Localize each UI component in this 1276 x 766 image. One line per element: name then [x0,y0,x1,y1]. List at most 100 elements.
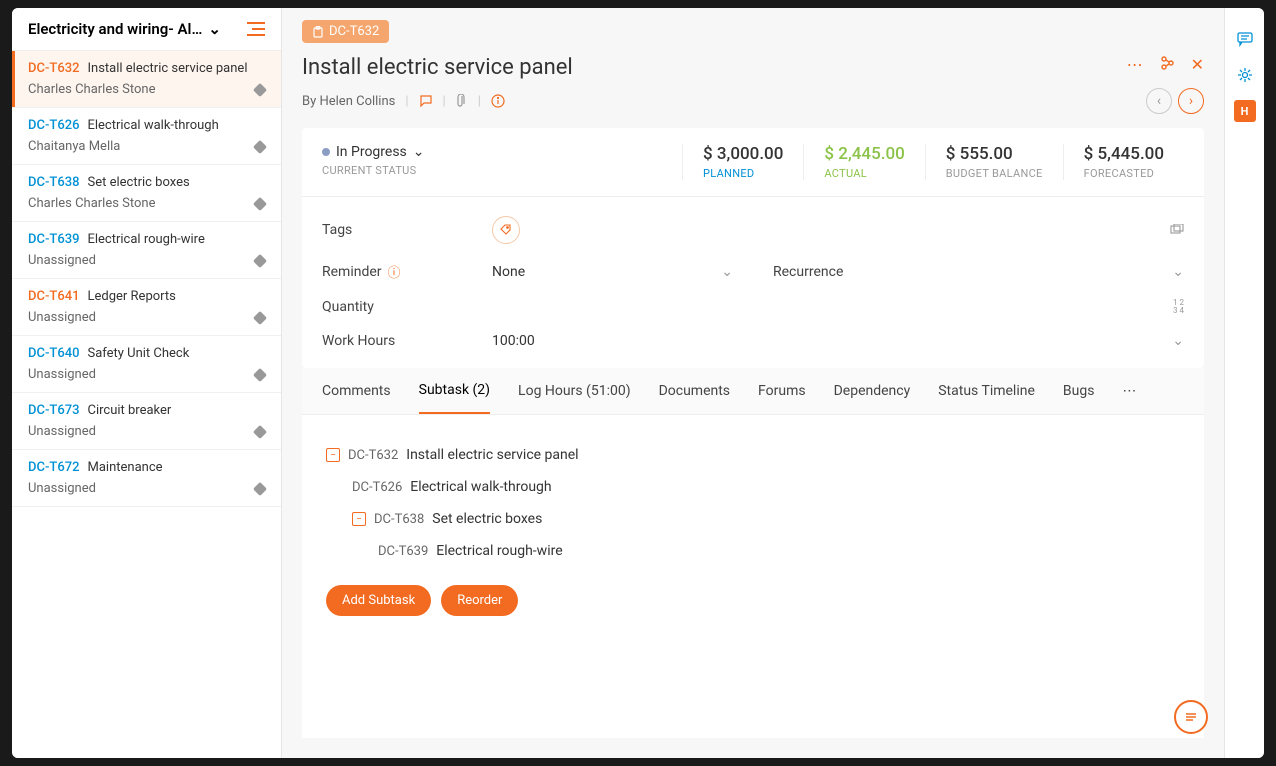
subtask-id: DC-T639 [378,544,428,559]
add-tag-button[interactable] [492,216,520,244]
comment-icon[interactable] [419,94,433,108]
link-icon[interactable] [1159,55,1175,74]
attachment-icon[interactable] [456,94,468,108]
task-id: DC-T641 [28,289,79,304]
priority-icon [253,253,267,267]
settings-icon[interactable] [1234,64,1256,86]
chevron-down-icon[interactable]: ⌄ [1172,333,1184,349]
chevron-down-icon: ⌄ [413,144,425,160]
priority-icon [253,139,267,153]
task-list: DC-T632Install electric service panelCha… [12,51,281,758]
task-name: Electrical rough-wire [87,232,204,247]
task-id: DC-T639 [28,232,79,247]
collapse-icon[interactable]: − [352,512,366,526]
subtask-name: Set electric boxes [432,511,542,527]
prev-button[interactable]: ‹ [1146,88,1172,114]
tag-panel-icon[interactable] [1170,224,1184,236]
task-assignee: Charles Charles Stone [28,82,156,97]
help-badge[interactable]: H [1234,100,1256,122]
subtask-id: DC-T638 [374,512,424,527]
reorder-button[interactable]: Reorder [441,585,518,616]
task-assignee: Chaitanya Mella [28,139,120,154]
subtask-row[interactable]: −DC-T638 Set electric boxes [352,503,1180,535]
collapse-sidebar-icon[interactable] [247,22,265,36]
workhours-label: Work Hours [322,333,492,349]
task-assignee: Unassigned [28,424,96,439]
next-button[interactable]: › [1178,88,1204,114]
more-tabs-icon[interactable]: ⋯ [1122,369,1136,413]
task-item[interactable]: DC-T626 Electrical walk-through Chaitanya … [12,108,281,165]
tab[interactable]: Documents [659,369,730,413]
quantity-label: Quantity [322,299,492,315]
task-name: Circuit breaker [87,403,171,418]
task-assignee: Unassigned [28,310,96,325]
metric: $ 2,445.00 ACTUAL [803,144,924,180]
subtask-name: Install electric service panel [406,447,578,463]
metric: $ 555.00 BUDGET BALANCE [925,144,1063,180]
metric-label: BUDGET BALANCE [946,167,1043,180]
task-assignee: Unassigned [28,253,96,268]
chevron-down-icon: ⌄ [208,20,221,38]
tab[interactable]: Status Timeline [938,369,1035,413]
subtask-row[interactable]: DC-T626Electrical walk-through [352,471,1180,503]
tab[interactable]: Comments [322,369,391,413]
metric-label: ACTUAL [824,167,904,180]
task-item[interactable]: DC-T638Set electric boxesCharles Charles… [12,165,281,222]
sidebar-title[interactable]: Electricity and wiring- Al… ⌄ [28,20,247,38]
reminder-value[interactable]: None [492,264,525,280]
tab[interactable]: Forums [758,369,806,413]
priority-icon [253,196,267,210]
metric-value: $ 2,445.00 [824,144,904,164]
subtask-id: DC-T632 [348,448,398,463]
priority-icon [253,481,267,495]
task-id: DC-T673 [28,403,79,418]
number-grid-icon[interactable]: 1 23 4 [1173,299,1184,315]
task-name: Electrical walk-through [87,118,218,133]
task-item[interactable]: DC-T640Safety Unit CheckUnassigned [12,336,281,393]
metric-value: $ 3,000.00 [703,144,783,164]
add-subtask-button[interactable]: Add Subtask [326,585,431,616]
info-icon[interactable]: ⓘ [388,262,401,281]
sidebar-title-text: Electricity and wiring- Al… [28,20,202,38]
status-dropdown[interactable]: In Progress ⌄ [322,144,682,160]
task-id: DC-T626 [28,118,79,133]
recurrence-label: Recurrence [773,264,943,280]
metric-label: PLANNED [703,167,783,180]
more-icon[interactable]: ⋯ [1127,55,1143,74]
task-name: Ledger Reports [87,289,175,304]
task-item[interactable]: DC-T641 Ledger Reports Unassigned [12,279,281,336]
chevron-down-icon[interactable]: ⌄ [1172,264,1184,280]
tab[interactable]: Dependency [834,369,911,413]
tab[interactable]: Log Hours (51:00) [518,369,631,413]
workhours-value[interactable]: 100:00 [492,333,535,349]
subtask-row[interactable]: −DC-T632 Install electric service panel [326,439,1180,471]
task-item[interactable]: DC-T673 Circuit breaker Unassigned [12,393,281,450]
status-label: CURRENT STATUS [322,164,682,177]
collapse-icon[interactable]: − [326,448,340,462]
close-icon[interactable]: ✕ [1191,55,1204,74]
tab[interactable]: Subtask (2) [419,368,490,414]
task-item[interactable]: DC-T632Install electric service panelCha… [12,51,281,108]
subtask-name: Electrical rough-wire [436,543,562,559]
info-icon[interactable] [491,94,505,108]
priority-icon [253,82,267,96]
subtask-row[interactable]: DC-T639 Electrical rough-wire [378,535,1180,567]
task-id: DC-T638 [28,175,79,190]
metric-value: $ 555.00 [946,144,1043,164]
reminder-label: Reminder [322,264,382,280]
metric: $ 5,445.00FORECASTED [1063,144,1184,180]
chevron-down-icon[interactable]: ⌄ [721,264,733,280]
task-item[interactable]: DC-T639 Electrical rough-wire Unassigned [12,222,281,279]
status-text: In Progress [336,144,407,160]
status-dot-icon [322,148,330,156]
author: By Helen Collins [302,94,395,109]
floating-action-button[interactable] [1174,700,1208,734]
chat-icon[interactable] [1234,28,1256,50]
task-assignee: Charles Charles Stone [28,196,156,211]
metric: $ 3,000.00 PLANNED [682,144,803,180]
metric-label: FORECASTED [1084,167,1164,180]
priority-icon [253,424,267,438]
task-chip[interactable]: DC-T632 [302,20,389,43]
task-item[interactable]: DC-T672MaintenanceUnassigned [12,450,281,507]
tab[interactable]: Bugs [1063,369,1095,413]
